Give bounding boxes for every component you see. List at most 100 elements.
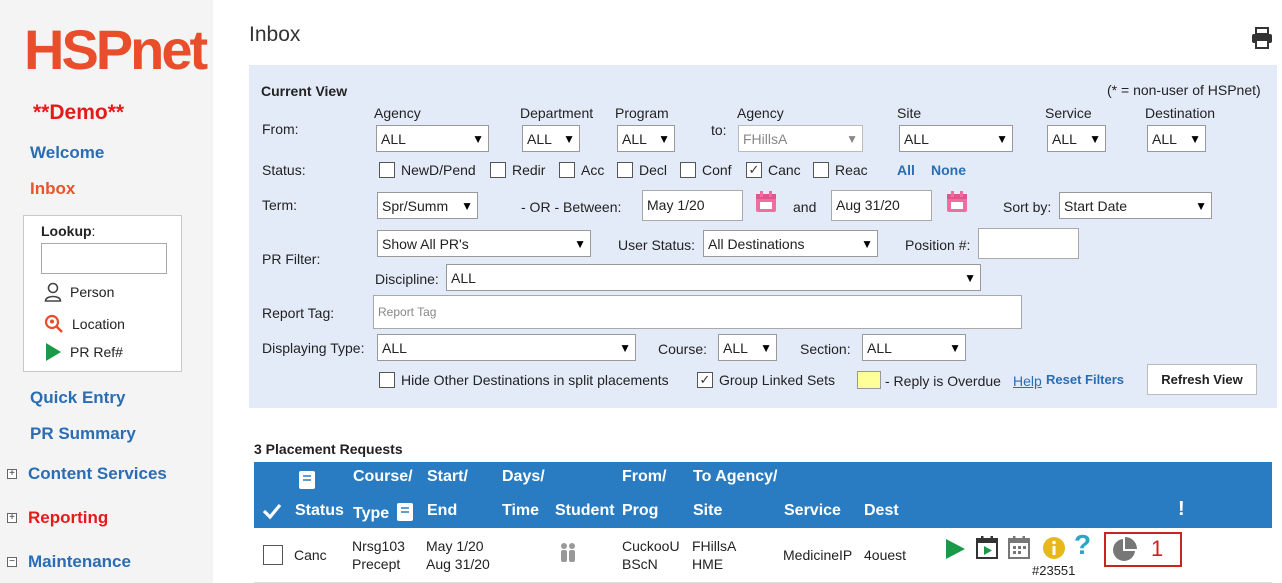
to-label: to: [711, 122, 727, 138]
section-select[interactable]: ALL ▼ [862, 334, 966, 361]
status-decl[interactable]: Decl [617, 162, 667, 178]
row-pr-number[interactable]: #23551 [1032, 562, 1075, 580]
select-none-link[interactable]: None [931, 162, 966, 178]
nav-maintenance[interactable]: − Maintenance [7, 552, 131, 572]
status-acc[interactable]: Acc [559, 162, 604, 178]
checkbox[interactable] [813, 162, 829, 178]
group-linked-sets[interactable]: ✓ Group Linked Sets [697, 372, 835, 388]
program-label: Program [615, 105, 669, 121]
nav-content-services[interactable]: + Content Services [7, 464, 167, 484]
pr-filter-label: PR Filter: [262, 251, 321, 267]
calendar-icon[interactable] [755, 191, 777, 213]
pr-filter-select[interactable]: Show All PR's ▼ [377, 230, 591, 257]
lookup-location[interactable]: Location [44, 314, 125, 334]
students-icon[interactable] [558, 542, 578, 564]
header-end[interactable]: End [427, 502, 457, 520]
nav-quick-entry[interactable]: Quick Entry [30, 388, 125, 408]
header-time[interactable]: Time [502, 502, 539, 520]
lookup-prref[interactable]: PR Ref# [44, 342, 123, 362]
site-label: Site [897, 105, 922, 121]
status-conf[interactable]: Conf [680, 162, 732, 178]
nav-welcome[interactable]: Welcome [30, 143, 104, 163]
course-label: Course: [658, 341, 708, 357]
header-status[interactable]: Status [295, 502, 344, 520]
user-status-select[interactable]: All Destinations ▼ [703, 230, 878, 257]
play-icon[interactable] [944, 538, 966, 560]
position-input[interactable] [978, 228, 1079, 259]
checkmark-icon[interactable]: ✓ [697, 372, 713, 388]
nav-content-services-label: Content Services [28, 464, 167, 483]
nav-reporting[interactable]: + Reporting [7, 508, 108, 528]
checkbox[interactable] [559, 162, 575, 178]
select-all-link[interactable]: All [897, 162, 915, 178]
checkbox[interactable] [379, 372, 395, 388]
header-start-top[interactable]: Start/ [427, 468, 468, 486]
info-icon[interactable] [1042, 536, 1066, 560]
from-department-select[interactable]: ALL ▼ [522, 125, 580, 152]
header-to-top[interactable]: To Agency/ [693, 468, 777, 486]
and-label: and [793, 199, 817, 215]
checkbox[interactable] [680, 162, 696, 178]
header-prog[interactable]: Prog [622, 502, 658, 520]
demo-label: **Demo** [33, 101, 125, 124]
checkbox[interactable] [490, 162, 506, 178]
status-newd-pend[interactable]: NewD/Pend [379, 162, 476, 178]
row-checkbox[interactable] [263, 545, 283, 565]
destination-select[interactable]: ALL ▼ [1147, 125, 1206, 152]
site-select[interactable]: ALL ▼ [899, 125, 1013, 152]
hide-other-destinations[interactable]: Hide Other Destinations in split placeme… [379, 372, 669, 388]
lookup-input[interactable] [41, 243, 167, 274]
header-dest[interactable]: Dest [864, 502, 899, 520]
from-agency-select[interactable]: ALL ▼ [376, 125, 489, 152]
hspnet-logo[interactable]: HSPnet [24, 22, 208, 78]
logo-text: HSPnet [24, 18, 208, 81]
calendar-icon[interactable] [1007, 536, 1031, 560]
row-start: May 1/20 [426, 538, 484, 554]
displaying-type-select[interactable]: ALL ▼ [377, 334, 636, 361]
pie-chart-icon[interactable] [1111, 537, 1137, 563]
status-reac[interactable]: Reac [813, 162, 868, 178]
print-icon[interactable] [1251, 27, 1273, 49]
calendar-play-icon[interactable] [975, 536, 999, 560]
table-row[interactable]: Canc Nrsg103 Precept May 1/20 Aug 31/20 … [254, 528, 1272, 583]
sort-by-select[interactable]: Start Date ▼ [1059, 192, 1212, 219]
discipline-select[interactable]: ALL ▼ [446, 264, 981, 291]
sidebar: HSPnet **Demo** Welcome Inbox Lookup: Pe… [0, 0, 213, 583]
from-program-select[interactable]: ALL ▼ [617, 125, 675, 152]
nav-inbox[interactable]: Inbox [30, 179, 75, 199]
reset-filters-link[interactable]: Reset Filters [1046, 372, 1124, 387]
status-canc[interactable]: ✓ Canc [746, 162, 801, 178]
report-tag-input[interactable]: Report Tag [373, 295, 1022, 329]
checkbox[interactable] [379, 162, 395, 178]
select-all-check-icon[interactable] [262, 502, 282, 520]
header-course-top[interactable]: Course/ [353, 468, 413, 486]
to-agency-select[interactable]: FHillsA ▼ [738, 125, 863, 152]
calendar-icon[interactable] [946, 191, 968, 213]
help-icon[interactable]: ? [1074, 530, 1091, 560]
course-select[interactable]: ALL ▼ [718, 334, 777, 361]
play-icon [46, 343, 61, 361]
results-count: 3 Placement Requests [254, 441, 403, 457]
service-select[interactable]: ALL ▼ [1047, 125, 1106, 152]
term-select[interactable]: Spr/Summ ▼ [377, 192, 478, 219]
header-days-top[interactable]: Days/ [502, 468, 545, 486]
checkbox[interactable] [617, 162, 633, 178]
start-date-input[interactable]: May 1/20 [642, 190, 743, 221]
lookup-panel: Lookup: Person Location PR Ref# [23, 215, 182, 372]
status-redir[interactable]: Redir [490, 162, 545, 178]
help-link[interactable]: Help [1013, 373, 1042, 389]
header-service[interactable]: Service [784, 502, 841, 520]
checkmark-icon[interactable]: ✓ [746, 162, 762, 178]
header-student[interactable]: Student [555, 502, 615, 520]
header-from-top[interactable]: From/ [622, 468, 666, 486]
lookup-person[interactable]: Person [44, 282, 114, 302]
end-date-input[interactable]: Aug 31/20 [831, 190, 932, 221]
expand-icon: + [7, 513, 17, 523]
status-label: Status: [262, 162, 306, 178]
department-label: Department [520, 105, 594, 121]
refresh-view-button[interactable]: Refresh View [1147, 364, 1257, 395]
nav-pr-summary[interactable]: PR Summary [30, 424, 136, 444]
header-site[interactable]: Site [693, 502, 722, 520]
page-title: Inbox [249, 23, 301, 46]
header-type[interactable]: Type [353, 505, 389, 523]
